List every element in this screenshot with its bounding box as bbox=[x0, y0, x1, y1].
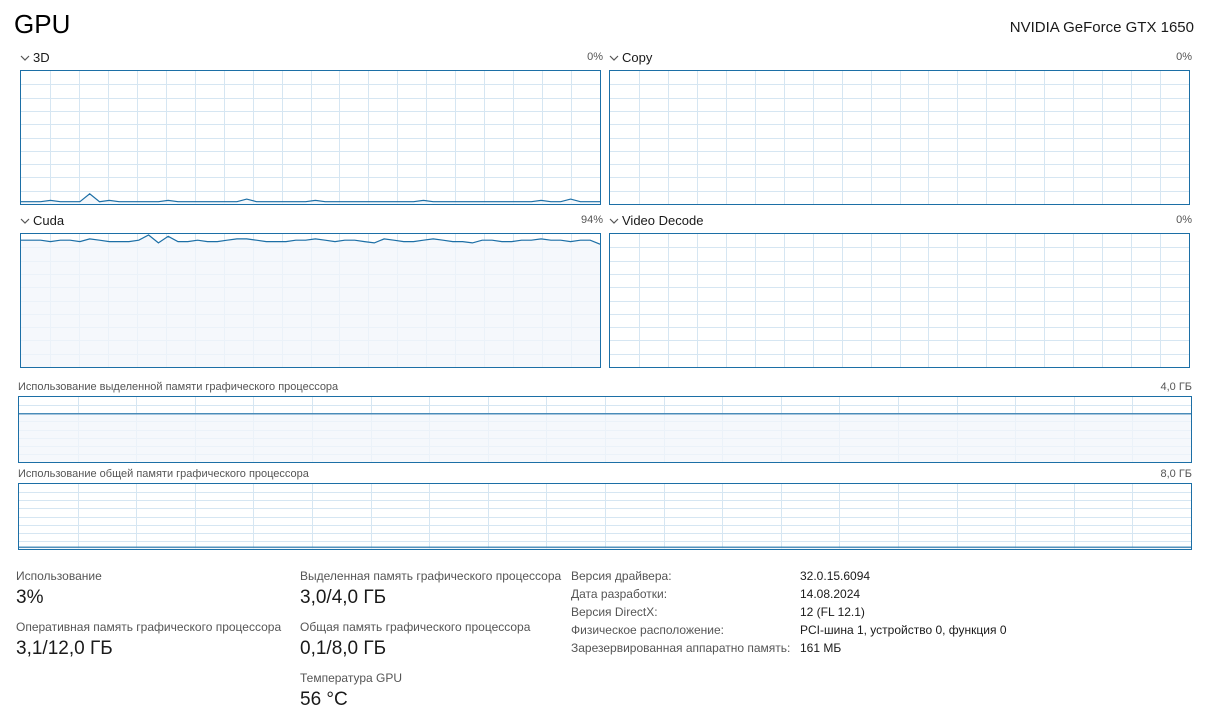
graph-canvas bbox=[21, 234, 600, 367]
driver-version-value: 32.0.15.6094 bbox=[800, 569, 871, 583]
dedicated-memory-header: Использование выделенной памяти графичес… bbox=[18, 381, 1192, 395]
graph-canvas bbox=[610, 71, 1189, 204]
engine-selector-3d[interactable]: 3D bbox=[33, 50, 50, 65]
dedicated-memory-label: Использование выделенной памяти графичес… bbox=[18, 381, 339, 393]
dedicated-stat-label: Выделенная память графического процессор… bbox=[300, 569, 562, 583]
gpu-name: NVIDIA GeForce GTX 1650 bbox=[1009, 19, 1194, 36]
reserved-memory-value: 161 МБ bbox=[800, 641, 842, 655]
engine-percent-copy: 0% bbox=[1176, 51, 1192, 63]
driver-date-value: 14.08.2024 bbox=[800, 587, 861, 601]
engine-graph-video-decode bbox=[609, 233, 1190, 368]
graph-canvas bbox=[19, 397, 1191, 462]
series-area bbox=[19, 413, 1191, 462]
physical-location-value: PCI-шина 1, устройство 0, функция 0 bbox=[800, 623, 1007, 637]
directx-version-label: Версия DirectX: bbox=[571, 605, 658, 619]
engine-header-3d: 3D 0% bbox=[20, 50, 603, 66]
engine-percent-video-decode: 0% bbox=[1176, 214, 1192, 226]
engine-header-copy: Copy 0% bbox=[609, 50, 1192, 66]
driver-date-label: Дата разработки: bbox=[571, 587, 668, 601]
temperature-value: 56 °C bbox=[300, 689, 348, 710]
engine-header-video-decode: Video Decode 0% bbox=[609, 213, 1192, 229]
shared-memory-header: Использование общей памяти графического … bbox=[18, 468, 1192, 482]
chevron-down-icon[interactable] bbox=[609, 53, 619, 63]
shared-memory-label: Использование общей памяти графического … bbox=[18, 468, 309, 480]
engine-graph-cuda bbox=[20, 233, 601, 368]
physical-location-label: Физическое расположение: bbox=[571, 623, 724, 637]
driver-version-label: Версия драйвера: bbox=[571, 569, 672, 583]
engine-selector-cuda[interactable]: Cuda bbox=[33, 213, 64, 228]
shared-stat-value: 0,1/8,0 ГБ bbox=[300, 638, 387, 659]
usage-label: Использование bbox=[16, 569, 102, 583]
chevron-down-icon[interactable] bbox=[609, 216, 619, 226]
engine-selector-video-decode[interactable]: Video Decode bbox=[622, 213, 703, 228]
engine-header-cuda: Cuda 94% bbox=[20, 213, 603, 229]
gpu-ram-label: Оперативная память графического процессо… bbox=[16, 620, 282, 634]
engine-graph-3d bbox=[20, 70, 601, 205]
usage-value: 3% bbox=[16, 587, 44, 608]
dedicated-stat-value: 3,0/4,0 ГБ bbox=[300, 587, 387, 608]
shared-stat-label: Общая память графического процессора bbox=[300, 620, 531, 634]
temperature-label: Температура GPU bbox=[300, 671, 403, 685]
page-title: GPU bbox=[14, 9, 71, 39]
chevron-down-icon[interactable] bbox=[20, 216, 30, 226]
engine-selector-copy[interactable]: Copy bbox=[622, 50, 652, 65]
graph-canvas bbox=[610, 234, 1189, 367]
shared-memory-graph bbox=[18, 483, 1192, 550]
graph-canvas bbox=[21, 71, 600, 204]
reserved-memory-label: Зарезервированная аппаратно память: bbox=[571, 641, 791, 655]
directx-version-value: 12 (FL 12.1) bbox=[800, 605, 865, 619]
engine-graph-copy bbox=[609, 70, 1190, 205]
dedicated-memory-max: 4,0 ГБ bbox=[1160, 381, 1192, 393]
engine-percent-3d: 0% bbox=[587, 51, 603, 63]
shared-memory-max: 8,0 ГБ bbox=[1160, 468, 1192, 480]
series-area bbox=[21, 235, 600, 367]
dedicated-memory-graph bbox=[18, 396, 1192, 463]
gpu-ram-value: 3,1/12,0 ГБ bbox=[16, 638, 113, 659]
chevron-down-icon[interactable] bbox=[20, 53, 30, 63]
graph-canvas bbox=[19, 484, 1191, 549]
engine-percent-cuda: 94% bbox=[580, 214, 603, 226]
